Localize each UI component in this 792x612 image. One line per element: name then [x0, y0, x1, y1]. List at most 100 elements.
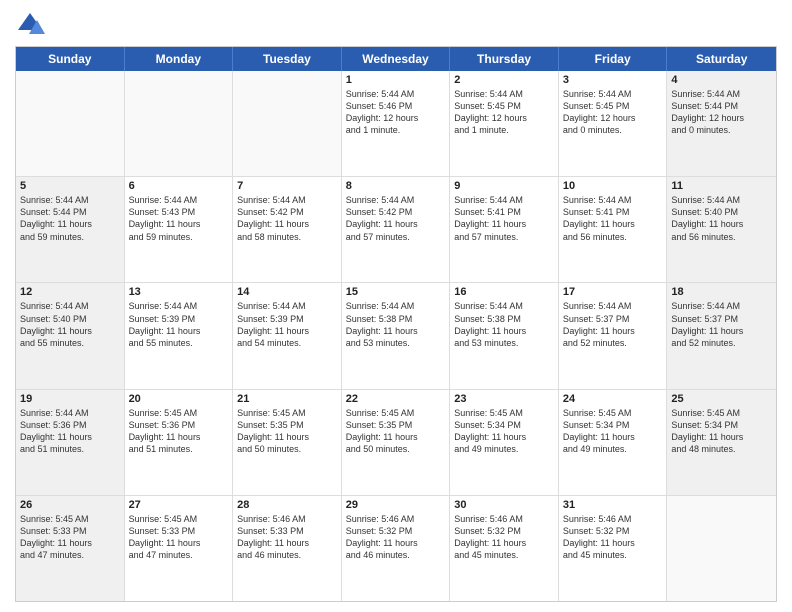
day-number: 29: [346, 499, 446, 511]
cell-detail: Sunrise: 5:44 AMSunset: 5:37 PMDaylight:…: [671, 300, 772, 349]
cell-detail: Sunrise: 5:45 AMSunset: 5:36 PMDaylight:…: [129, 407, 229, 456]
day-number: 9: [454, 180, 554, 192]
day-number: 2: [454, 74, 554, 86]
cell-detail: Sunrise: 5:44 AMSunset: 5:43 PMDaylight:…: [129, 194, 229, 243]
cal-cell-day-29: 29Sunrise: 5:46 AMSunset: 5:32 PMDayligh…: [342, 496, 451, 601]
logo: [15, 10, 49, 40]
cell-detail: Sunrise: 5:44 AMSunset: 5:40 PMDaylight:…: [671, 194, 772, 243]
cal-header-thursday: Thursday: [450, 47, 559, 71]
cal-cell-day-10: 10 Sunrise: 5:44 AMSunset: 5:41 PMDayligh…: [559, 177, 668, 282]
cal-week-3: 12Sunrise: 5:44 AMSunset: 5:40 PMDayligh…: [16, 283, 776, 389]
calendar: SundayMondayTuesdayWednesdayThursdayFrid…: [15, 46, 777, 602]
cal-cell-day-24: 24 Sunrise: 5:45 AMSunset: 5:34 PMDayligh…: [559, 390, 668, 495]
cal-cell-empty: [233, 71, 342, 176]
cal-header-tuesday: Tuesday: [233, 47, 342, 71]
day-number: 27: [129, 499, 229, 511]
cal-cell-day-3: 3 Sunrise: 5:44 AMSunset: 5:45 PMDaylight…: [559, 71, 668, 176]
cell-detail: Sunrise: 5:44 AMSunset: 5:39 PMDaylight:…: [237, 300, 337, 349]
day-number: 19: [20, 393, 120, 405]
cal-header-sunday: Sunday: [16, 47, 125, 71]
day-number: 15: [346, 286, 446, 298]
cal-cell-day-15: 15 Sunrise: 5:44 AMSunset: 5:38 PMDayligh…: [342, 283, 451, 388]
cal-header-monday: Monday: [125, 47, 234, 71]
cal-cell-day-7: 7 Sunrise: 5:44 AMSunset: 5:42 PMDaylight…: [233, 177, 342, 282]
day-number: 17: [563, 286, 663, 298]
cell-detail: Sunrise: 5:45 AMSunset: 5:35 PMDaylight:…: [346, 407, 446, 456]
cal-week-2: 5 Sunrise: 5:44 AMSunset: 5:44 PMDaylight…: [16, 177, 776, 283]
calendar-body: 1 Sunrise: 5:44 AMSunset: 5:46 PMDaylight…: [16, 71, 776, 601]
cell-detail: Sunrise: 5:44 AMSunset: 5:38 PMDaylight:…: [346, 300, 446, 349]
header: [15, 10, 777, 40]
cal-cell-empty: [667, 496, 776, 601]
cell-detail: Sunrise: 5:46 AMSunset: 5:32 PMDaylight:…: [454, 513, 554, 562]
cell-detail: Sunrise: 5:45 AMSunset: 5:34 PMDaylight:…: [563, 407, 663, 456]
cal-cell-day-9: 9 Sunrise: 5:44 AMSunset: 5:41 PMDaylight…: [450, 177, 559, 282]
day-number: 20: [129, 393, 229, 405]
cal-cell-empty: [125, 71, 234, 176]
day-number: 10: [563, 180, 663, 192]
cal-cell-day-21: 21Sunrise: 5:45 AMSunset: 5:35 PMDayligh…: [233, 390, 342, 495]
day-number: 1: [346, 74, 446, 86]
day-number: 23: [454, 393, 554, 405]
cell-detail: Sunrise: 5:44 AMSunset: 5:46 PMDaylight:…: [346, 88, 446, 137]
cell-detail: Sunrise: 5:45 AMSunset: 5:33 PMDaylight:…: [129, 513, 229, 562]
cal-cell-day-4: 4Sunrise: 5:44 AMSunset: 5:44 PMDaylight…: [667, 71, 776, 176]
cell-detail: Sunrise: 5:44 AMSunset: 5:39 PMDaylight:…: [129, 300, 229, 349]
cal-cell-day-17: 17 Sunrise: 5:44 AMSunset: 5:37 PMDayligh…: [559, 283, 668, 388]
cal-header-saturday: Saturday: [667, 47, 776, 71]
day-number: 28: [237, 499, 337, 511]
cal-header-friday: Friday: [559, 47, 668, 71]
day-number: 30: [454, 499, 554, 511]
cal-cell-day-16: 16Sunrise: 5:44 AMSunset: 5:38 PMDayligh…: [450, 283, 559, 388]
day-number: 14: [237, 286, 337, 298]
cell-detail: Sunrise: 5:44 AMSunset: 5:38 PMDaylight:…: [454, 300, 554, 349]
cal-cell-day-31: 31 Sunrise: 5:46 AMSunset: 5:32 PMDayligh…: [559, 496, 668, 601]
cal-cell-day-14: 14 Sunrise: 5:44 AMSunset: 5:39 PMDayligh…: [233, 283, 342, 388]
day-number: 12: [20, 286, 120, 298]
day-number: 11: [671, 180, 772, 192]
cal-cell-day-22: 22 Sunrise: 5:45 AMSunset: 5:35 PMDayligh…: [342, 390, 451, 495]
day-number: 24: [563, 393, 663, 405]
cal-cell-day-20: 20 Sunrise: 5:45 AMSunset: 5:36 PMDayligh…: [125, 390, 234, 495]
day-number: 31: [563, 499, 663, 511]
cell-detail: Sunrise: 5:44 AMSunset: 5:37 PMDaylight:…: [563, 300, 663, 349]
cell-detail: Sunrise: 5:44 AMSunset: 5:42 PMDaylight:…: [237, 194, 337, 243]
cal-cell-empty: [16, 71, 125, 176]
calendar-header-row: SundayMondayTuesdayWednesdayThursdayFrid…: [16, 47, 776, 71]
cal-cell-day-27: 27 Sunrise: 5:45 AMSunset: 5:33 PMDayligh…: [125, 496, 234, 601]
cal-cell-day-25: 25Sunrise: 5:45 AMSunset: 5:34 PMDayligh…: [667, 390, 776, 495]
cell-detail: Sunrise: 5:44 AMSunset: 5:44 PMDaylight:…: [20, 194, 120, 243]
day-number: 13: [129, 286, 229, 298]
day-number: 26: [20, 499, 120, 511]
cell-detail: Sunrise: 5:45 AMSunset: 5:35 PMDaylight:…: [237, 407, 337, 456]
cell-detail: Sunrise: 5:44 AMSunset: 5:45 PMDaylight:…: [563, 88, 663, 137]
cell-detail: Sunrise: 5:44 AMSunset: 5:45 PMDaylight:…: [454, 88, 554, 137]
logo-icon: [15, 10, 45, 40]
day-number: 5: [20, 180, 120, 192]
cal-header-wednesday: Wednesday: [342, 47, 451, 71]
day-number: 4: [671, 74, 772, 86]
page: SundayMondayTuesdayWednesdayThursdayFrid…: [0, 0, 792, 612]
cal-cell-day-26: 26Sunrise: 5:45 AMSunset: 5:33 PMDayligh…: [16, 496, 125, 601]
cal-cell-day-23: 23Sunrise: 5:45 AMSunset: 5:34 PMDayligh…: [450, 390, 559, 495]
day-number: 25: [671, 393, 772, 405]
day-number: 22: [346, 393, 446, 405]
day-number: 8: [346, 180, 446, 192]
cal-cell-day-30: 30 Sunrise: 5:46 AMSunset: 5:32 PMDayligh…: [450, 496, 559, 601]
cal-week-5: 26 Sunrise: 5:45 AMSunset: 5:33 PMDayligh…: [16, 496, 776, 601]
cal-week-1: 1 Sunrise: 5:44 AMSunset: 5:46 PMDaylight…: [16, 71, 776, 177]
cell-detail: Sunrise: 5:46 AMSunset: 5:33 PMDaylight:…: [237, 513, 337, 562]
day-number: 3: [563, 74, 663, 86]
cal-cell-day-5: 5 Sunrise: 5:44 AMSunset: 5:44 PMDaylight…: [16, 177, 125, 282]
cell-detail: Sunrise: 5:44 AMSunset: 5:41 PMDaylight:…: [563, 194, 663, 243]
cell-detail: Sunrise: 5:44 AMSunset: 5:36 PMDaylight:…: [20, 407, 120, 456]
day-number: 7: [237, 180, 337, 192]
cal-cell-day-6: 6 Sunrise: 5:44 AMSunset: 5:43 PMDaylight…: [125, 177, 234, 282]
day-number: 18: [671, 286, 772, 298]
cell-detail: Sunrise: 5:44 AMSunset: 5:41 PMDaylight:…: [454, 194, 554, 243]
cal-cell-day-8: 8 Sunrise: 5:44 AMSunset: 5:42 PMDaylight…: [342, 177, 451, 282]
cal-cell-day-11: 11 Sunrise: 5:44 AMSunset: 5:40 PMDayligh…: [667, 177, 776, 282]
cell-detail: Sunrise: 5:46 AMSunset: 5:32 PMDaylight:…: [563, 513, 663, 562]
day-number: 6: [129, 180, 229, 192]
cell-detail: Sunrise: 5:44 AMSunset: 5:42 PMDaylight:…: [346, 194, 446, 243]
